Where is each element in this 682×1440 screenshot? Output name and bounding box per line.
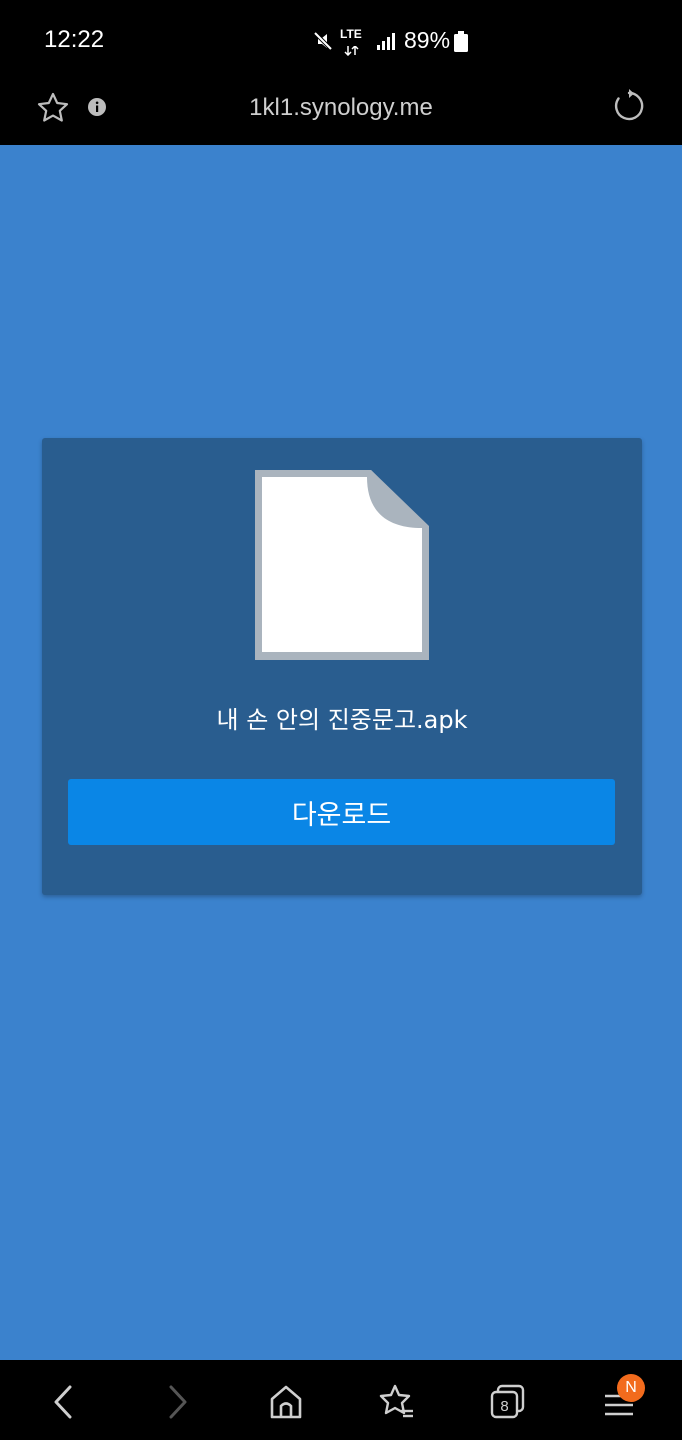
refresh-icon[interactable] bbox=[611, 88, 647, 128]
bottom-nav: 8 bbox=[0, 1360, 682, 1440]
mute-icon bbox=[312, 30, 334, 56]
url-bar: 1kl1.synology.me bbox=[0, 80, 682, 145]
battery-icon bbox=[454, 31, 468, 56]
battery-percent: 89% bbox=[404, 27, 451, 53]
signal-icon bbox=[377, 32, 397, 54]
download-button[interactable]: 다운로드 bbox=[68, 779, 615, 845]
menu-badge: N bbox=[617, 1374, 645, 1402]
tabs-count: 8 bbox=[500, 1398, 508, 1415]
file-icon bbox=[255, 470, 429, 664]
home-icon[interactable] bbox=[266, 1382, 306, 1422]
lte-arrows-icon bbox=[344, 41, 360, 60]
bookmarks-icon[interactable] bbox=[377, 1382, 417, 1422]
tabs-icon[interactable]: 8 bbox=[488, 1382, 528, 1422]
back-icon[interactable] bbox=[44, 1382, 84, 1422]
status-time: 12:22 bbox=[44, 26, 105, 53]
status-bar: 12:22 LTE 89% bbox=[0, 0, 682, 80]
file-name: 내 손 안의 진중문고.apk bbox=[216, 706, 468, 734]
page-content: 내 손 안의 진중문고.apk 다운로드 bbox=[0, 145, 682, 1360]
network-type: LTE bbox=[340, 27, 362, 41]
download-card: 내 손 안의 진중문고.apk 다운로드 bbox=[42, 438, 642, 895]
url-text[interactable]: 1kl1.synology.me bbox=[0, 94, 682, 122]
forward-icon[interactable] bbox=[157, 1382, 197, 1422]
